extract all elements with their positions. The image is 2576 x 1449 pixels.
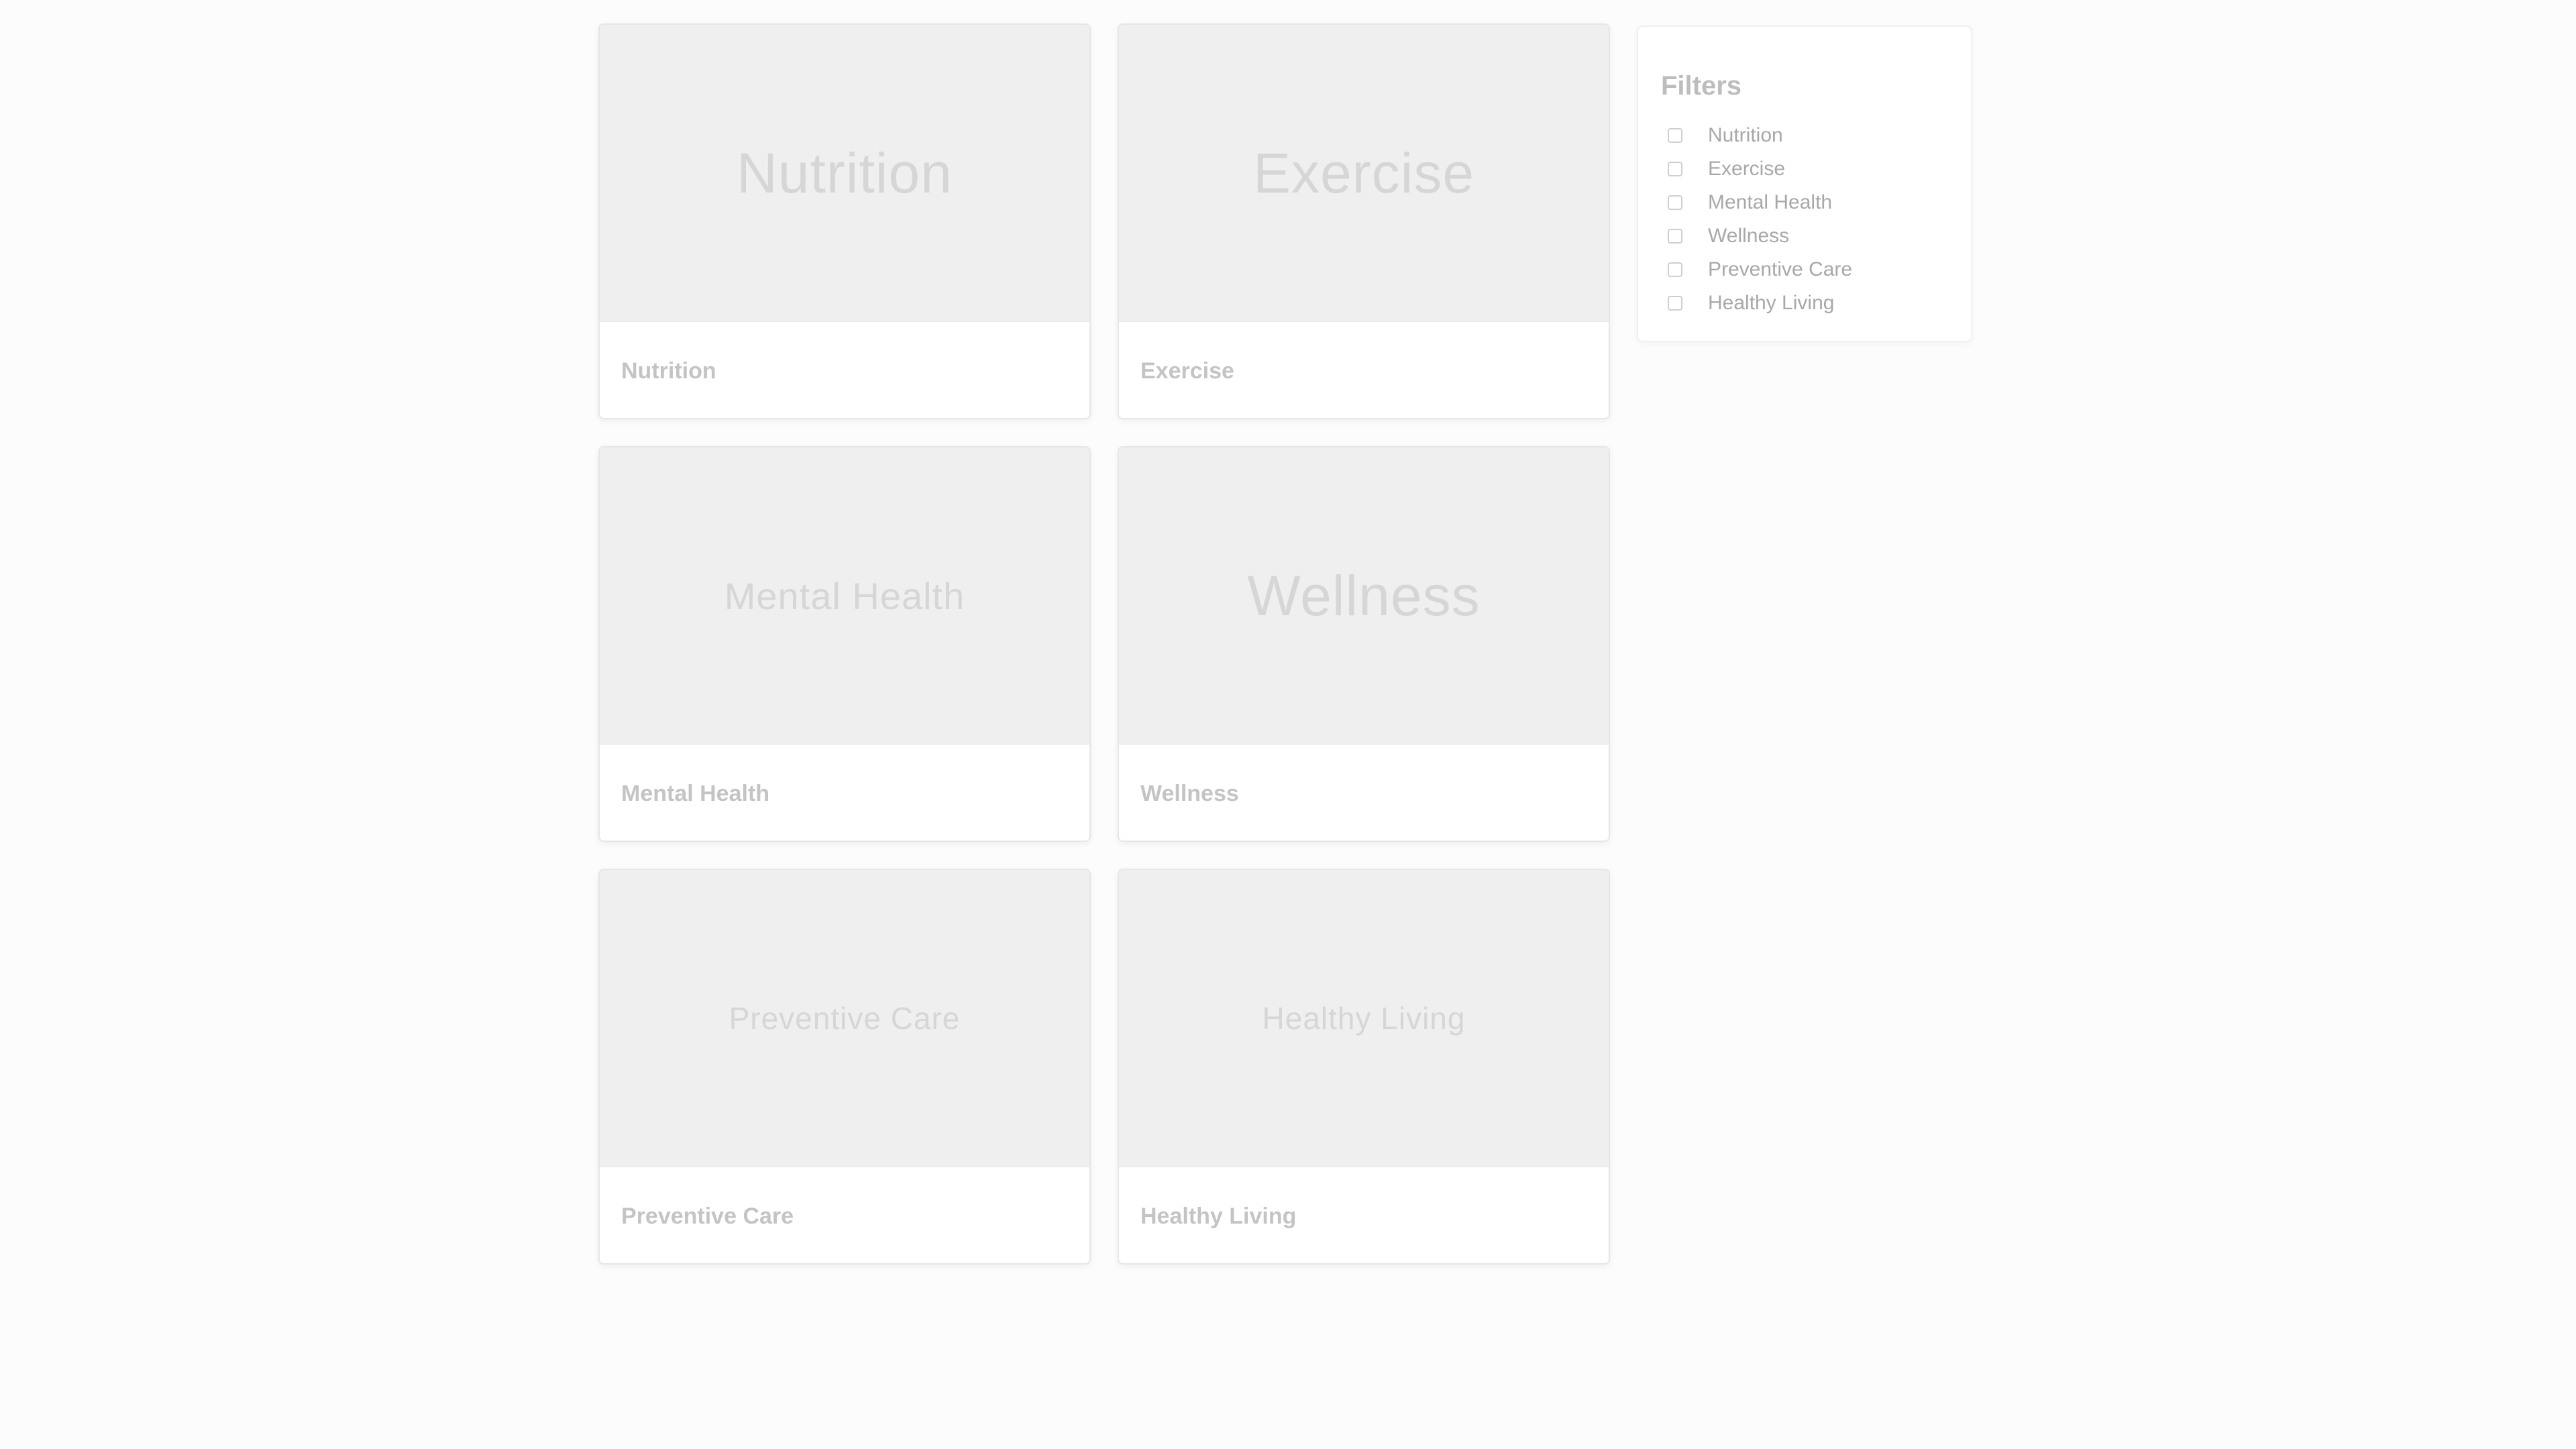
filter-checkbox[interactable] bbox=[1668, 296, 1682, 311]
card-healthy-living[interactable]: Healthy Living Healthy Living bbox=[1118, 869, 1610, 1265]
card-image-label: Exercise bbox=[1252, 141, 1475, 205]
card-body: Wellness bbox=[1119, 745, 1609, 841]
filter-checkbox[interactable] bbox=[1668, 262, 1682, 277]
filter-option-preventive-care[interactable]: Preventive Care bbox=[1660, 253, 1949, 286]
filters-panel: Filters Nutrition Exercise Mental Health… bbox=[1637, 25, 1972, 342]
card-title: Healthy Living bbox=[1140, 1203, 1297, 1229]
card-exercise[interactable]: Exercise Exercise bbox=[1118, 23, 1610, 419]
card-image-placeholder: Mental Health bbox=[600, 447, 1089, 745]
card-image-label: Mental Health bbox=[724, 574, 965, 617]
card-image-label: Nutrition bbox=[737, 141, 953, 205]
card-title: Mental Health bbox=[621, 781, 770, 806]
card-image-label: Wellness bbox=[1247, 564, 1481, 627]
card-preventive-care[interactable]: Preventive Care Preventive Care bbox=[598, 869, 1091, 1265]
filter-option-mental-health[interactable]: Mental Health bbox=[1660, 186, 1949, 219]
filter-checkbox[interactable] bbox=[1668, 128, 1682, 143]
filter-label: Wellness bbox=[1708, 225, 1790, 247]
card-image-label: Preventive Care bbox=[729, 1001, 961, 1036]
card-nutrition[interactable]: Nutrition Nutrition bbox=[598, 23, 1091, 419]
card-mental-health[interactable]: Mental Health Mental Health bbox=[598, 446, 1091, 842]
filter-label: Mental Health bbox=[1708, 191, 1833, 213]
topic-card-grid: Nutrition Nutrition Exercise Exercise Me… bbox=[598, 23, 1610, 1265]
filter-label: Preventive Care bbox=[1708, 258, 1853, 280]
page: Nutrition Nutrition Exercise Exercise Me… bbox=[0, 0, 2576, 1449]
card-title: Wellness bbox=[1140, 781, 1239, 806]
filter-checkbox[interactable] bbox=[1668, 229, 1682, 244]
card-wellness[interactable]: Wellness Wellness bbox=[1118, 446, 1610, 842]
card-title: Exercise bbox=[1140, 358, 1234, 384]
card-title: Preventive Care bbox=[621, 1203, 794, 1229]
card-image-label: Healthy Living bbox=[1262, 1001, 1466, 1036]
card-body: Nutrition bbox=[600, 322, 1089, 418]
card-image-placeholder: Exercise bbox=[1119, 25, 1609, 322]
card-image-placeholder: Nutrition bbox=[600, 25, 1089, 322]
filter-option-wellness[interactable]: Wellness bbox=[1660, 219, 1949, 253]
card-body: Exercise bbox=[1119, 322, 1609, 418]
filter-option-healthy-living[interactable]: Healthy Living bbox=[1660, 286, 1949, 320]
filter-label: Nutrition bbox=[1708, 124, 1783, 146]
filter-label: Exercise bbox=[1708, 158, 1786, 180]
filter-checkbox[interactable] bbox=[1668, 162, 1682, 176]
filter-label: Healthy Living bbox=[1708, 292, 1835, 314]
card-image-placeholder: Healthy Living bbox=[1119, 870, 1609, 1167]
card-body: Healthy Living bbox=[1119, 1167, 1609, 1263]
filter-checkbox[interactable] bbox=[1668, 195, 1682, 210]
filters-title: Filters bbox=[1661, 71, 1742, 101]
card-image-placeholder: Preventive Care bbox=[600, 870, 1089, 1167]
filter-option-exercise[interactable]: Exercise bbox=[1660, 152, 1949, 186]
card-body: Preventive Care bbox=[600, 1167, 1089, 1263]
filter-option-nutrition[interactable]: Nutrition bbox=[1660, 119, 1949, 152]
card-image-placeholder: Wellness bbox=[1119, 447, 1609, 745]
card-body: Mental Health bbox=[600, 745, 1089, 841]
card-title: Nutrition bbox=[621, 358, 716, 384]
